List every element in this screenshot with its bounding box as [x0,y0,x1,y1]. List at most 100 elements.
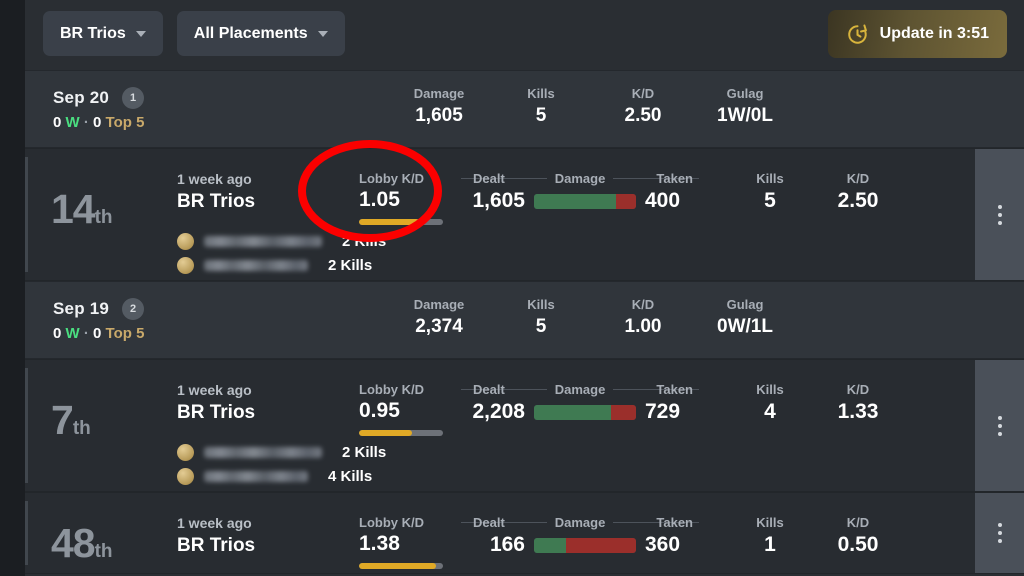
kebab-menu-icon [997,415,1002,436]
match-accent-bar [25,157,28,272]
day-separator: · [83,114,89,131]
damage-taken-label: Taken [656,382,693,397]
damage-taken-label: Taken [656,171,693,186]
day-stat-kills: Kills 5 [490,297,592,338]
placement-number: 7 [51,397,74,443]
match-placement: 14th [51,189,113,230]
day-summary-row: Sep 20 1 0 W · 0 Top 5 Damage 1,605 Kill… [25,70,1024,148]
match-meta: 1 week ago BR Trios [177,171,255,213]
damage-block: Damage Dealt Taken 166 360 [461,515,700,557]
day-stat-kd: K/D 1.00 [592,297,694,338]
filter-toolbar: BR Trios All Placements Update in 3:51 [25,0,1024,70]
roster-item[interactable]: 2 Kills [177,440,386,464]
player-name-redacted [204,259,308,271]
day-top5-label: Top 5 [105,114,145,131]
match-roster: 2 Kills 4 Kills [177,440,386,488]
lobby-kd-block: Lobby K/D 1.38 [359,515,443,569]
day-stat-value: 0W/1L [717,316,773,337]
roster-item[interactable]: 4 Kills [177,464,386,488]
lobby-kd-block: Lobby K/D 1.05 [359,171,443,225]
damage-dealt-fill [534,404,611,420]
match-stat-kills: Kills 1 [726,515,814,557]
day-stat-kills: Kills 5 [490,86,592,127]
chevron-down-icon [135,30,146,37]
roster-item[interactable]: 2 Kills [177,229,386,253]
filter-placement-label: All Placements [193,24,308,42]
damage-body: 166 360 [461,533,699,557]
day-date-line: Sep 19 2 [53,298,145,320]
damage-header: Damage Dealt Taken [461,171,700,186]
match-stat-kd: K/D 1.33 [814,382,902,424]
placement-suffix: th [94,207,113,228]
filter-group: BR Trios All Placements [43,11,345,56]
damage-bar [534,193,636,209]
damage-dealt-value: 1,605 [472,189,525,212]
match-stat-kd: K/D 2.50 [814,171,902,213]
damage-taken-fill [615,193,636,209]
match-right-stats: Kills 5 K/D 2.50 [726,171,902,213]
player-name-redacted [204,470,308,482]
match-time-ago: 1 week ago [177,382,252,398]
day-stat-gulag: Gulag 1W/0L [694,86,796,127]
match-stat-value: 4 [764,400,776,423]
match-menu-button[interactable] [975,149,1024,280]
placement-suffix: th [94,541,113,562]
match-stat-value: 1.33 [837,400,879,423]
filter-mode-label: BR Trios [60,24,126,42]
chevron-down-icon [317,30,328,37]
damage-dealt-label: Dealt [473,171,505,186]
match-meta: 1 week ago BR Trios [177,515,255,557]
roster-item[interactable] [177,573,194,574]
lobby-kd-bar-fill [359,563,437,569]
day-record: 0 W · 0 Top 5 [53,325,144,342]
match-stat-label: Kills [756,171,784,186]
day-stat-label: K/D [631,297,655,312]
day-stat-value: 1.00 [624,316,662,337]
lobby-kd-bar-fill [359,219,420,225]
update-button[interactable]: Update in 3:51 [827,10,1007,58]
player-kills: 2 Kills [342,232,387,250]
match-stat-label: K/D [846,515,870,530]
match-history-panel: BR Trios All Placements Update in 3:51 S… [25,0,1024,576]
match-placement: 48th [51,523,113,564]
lobby-kd-bar-fill [359,430,412,436]
match-stat-kills: Kills 5 [726,171,814,213]
roster-item[interactable]: 2 Kills [177,253,386,277]
damage-dealt-value: 166 [489,533,525,556]
day-summary-row: Sep 19 2 0 W · 0 Top 5 Damage 2,374 Kill… [25,281,1024,359]
match-menu-button[interactable] [975,493,1024,573]
day-wins-value: 0 [53,114,62,131]
placement-suffix: th [72,418,91,439]
day-date: Sep 19 [53,299,110,318]
day-stat-gulag: Gulag 0W/1L [694,297,796,338]
damage-taken-value: 729 [645,400,681,423]
match-stat-kills: Kills 4 [726,382,814,424]
lobby-kd-value: 1.05 [359,188,400,211]
damage-block: Damage Dealt Taken 2,208 729 [461,382,700,424]
damage-taken-label: Taken [656,515,693,530]
match-stat-label: K/D [846,171,870,186]
day-top5-label: Top 5 [105,325,145,342]
match-row[interactable]: 7th 1 week ago BR Trios 2 Kills 4 Kills [25,359,1024,492]
match-stat-label: K/D [846,382,870,397]
damage-header: Damage Dealt Taken [461,382,700,397]
app-root: BR Trios All Placements Update in 3:51 S… [0,0,1024,576]
avatar [177,443,194,461]
match-accent-bar [25,368,28,483]
match-row[interactable]: 14th 1 week ago BR Trios 2 Kills 2 Kills [25,148,1024,281]
match-mode: BR Trios [177,535,256,556]
day-stat-value: 2.50 [624,105,662,126]
damage-taken-value: 400 [645,189,681,212]
day-stat-value: 2,374 [415,316,463,337]
damage-body: 2,208 729 [461,400,699,424]
match-right-stats: Kills 1 K/D 0.50 [726,515,902,557]
match-row[interactable]: 48th 1 week ago BR Trios Lobby K/D 1.38 [25,492,1024,574]
match-menu-button[interactable] [975,360,1024,491]
match-accent-bar [25,501,28,565]
lobby-kd-label: Lobby K/D [359,515,424,530]
filter-mode-dropdown[interactable]: BR Trios [43,11,163,56]
day-stat-label: Damage [413,297,465,312]
filter-placement-dropdown[interactable]: All Placements [176,11,345,56]
day-summary-left: Sep 19 2 0 W · 0 Top 5 [53,298,144,342]
placement-number: 48 [51,520,96,566]
